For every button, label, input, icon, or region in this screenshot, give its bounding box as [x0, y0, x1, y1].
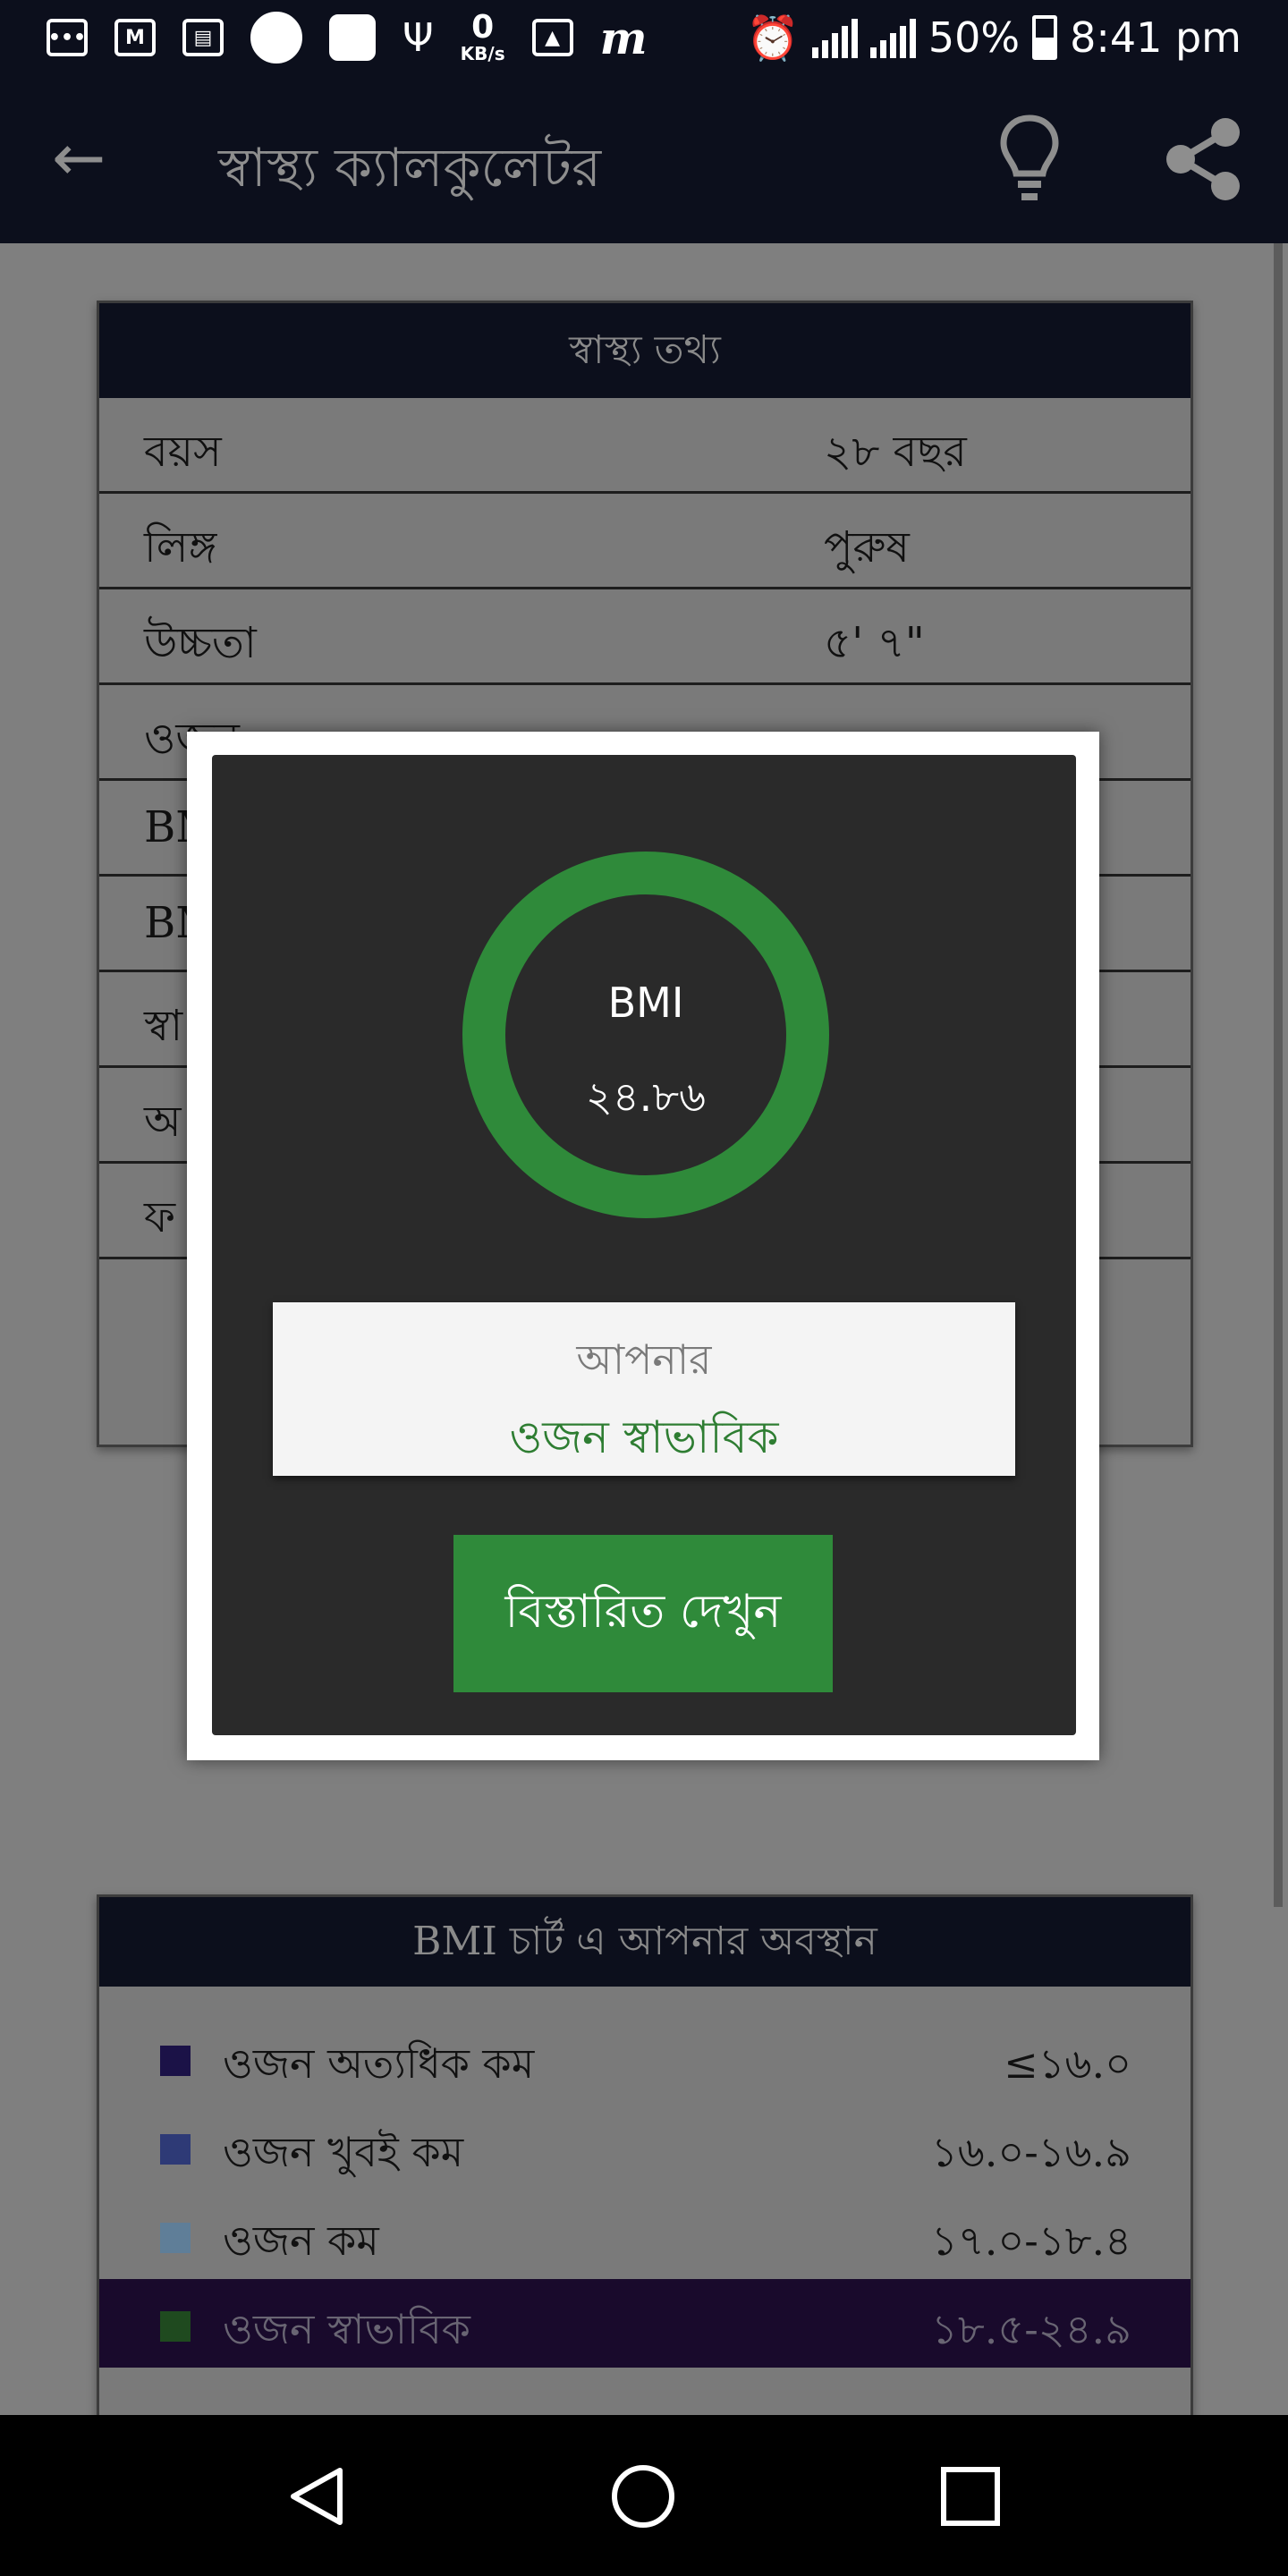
nav-recents-icon[interactable] [941, 2467, 1000, 2526]
bmi-chart-row: ওজন খুবই কম ১৬.০-১৬.৯ [99, 2102, 1191, 2190]
net-speed-value: 0 [471, 9, 495, 46]
lightbulb-icon[interactable] [1000, 114, 1059, 204]
info-label: লিঙ্গ [144, 522, 217, 572]
info-row-age: বয়স ২৮ বছর [99, 398, 1191, 494]
bmi-category-label: ওজন কম [223, 2216, 379, 2265]
net-speed: 0 KB/s [461, 12, 505, 64]
share-icon[interactable] [1163, 116, 1243, 202]
info-value: ৫' ৭" [824, 618, 925, 668]
bmi-range: ১৬.০-১৬.৯ [930, 2128, 1131, 2176]
result-line1: আপনার [576, 1335, 712, 1384]
bmi-range: ১৭.০-১৮.৪ [930, 2216, 1131, 2265]
info-value: পুরুষ [824, 522, 910, 572]
bmi-chart-title: BMI চার্ট এ আপনার অবস্থান [99, 1897, 1191, 1987]
status-bar: ••• M ▤ Ψ 0 KB/s ▲ m ⏰ 50% 8:41 pm [0, 0, 1288, 75]
news-icon: ▤ [182, 19, 224, 56]
color-swatch [160, 2223, 191, 2253]
bmi-category-label: ওজন অত্যধিক কম [223, 2039, 535, 2088]
system-icons: ⏰ 50% 8:41 pm [746, 9, 1241, 66]
color-swatch [160, 2046, 191, 2076]
dialog-body: BMI ২৪.৮৬ আপনার ওজন স্বাভাবিক বিস্তারিত … [212, 755, 1076, 1735]
scrollbar[interactable] [1274, 243, 1283, 1907]
color-swatch [160, 2311, 191, 2342]
color-swatch [160, 2134, 191, 2165]
info-row-height: উচ্চতা ৫' ৭" [99, 589, 1191, 685]
bmi-result-dialog: BMI ২৪.৮৬ আপনার ওজন স্বাভাবিক বিস্তারিত … [187, 732, 1099, 1760]
bmi-category-label: ওজন স্বাভাবিক [223, 2305, 470, 2353]
circle-icon [250, 12, 302, 64]
bmi-ring-label: BMI [607, 979, 684, 1027]
signal-3g-icon [869, 17, 916, 58]
image-icon: ▲ [531, 19, 573, 56]
page-title: স্বাস্থ্য ক্যালকুলেটর [218, 137, 602, 199]
health-info-title: স্বাস্থ্য তথ্য [99, 303, 1191, 398]
navigation-bar [0, 2415, 1288, 2576]
notification-icons: ••• M ▤ Ψ 0 KB/s ▲ m [47, 11, 648, 64]
info-label: উচ্চতা [144, 618, 257, 668]
info-value: ২৮ বছর [824, 427, 967, 477]
result-status: ওজন স্বাভাবিক [509, 1411, 779, 1463]
net-speed-unit: KB/s [460, 43, 505, 64]
bmi-ring-value: ২৪.৮৬ [585, 1072, 707, 1121]
battery-percent: 50% [928, 13, 1021, 62]
bmi-chart-row-active: ওজন স্বাভাবিক ১৮.৫-২৪.৯ [99, 2279, 1191, 2368]
bmi-range: ১৮.৫-২৪.৯ [931, 2305, 1131, 2353]
app-bar: ← স্বাস্থ্য ক্যালকুলেটর [0, 75, 1288, 243]
nav-home-icon[interactable] [612, 2465, 674, 2528]
result-box: আপনার ওজন স্বাভাবিক [273, 1302, 1015, 1476]
info-label: অ [144, 1097, 182, 1147]
bmi-chart-row: ওজন কম ১৭.০-১৮.৪ [99, 2190, 1191, 2279]
message-icon: ••• [47, 19, 88, 56]
alarm-icon: ⏰ [746, 13, 800, 64]
m-app-icon: m [599, 11, 648, 64]
info-label: ফ [144, 1192, 176, 1242]
battery-icon [1032, 15, 1058, 60]
gmail-icon: M [114, 19, 156, 56]
clock: 8:41 pm [1070, 13, 1241, 62]
arrow-back-icon[interactable]: ← [52, 125, 106, 190]
nav-back-icon[interactable] [286, 2465, 349, 2528]
info-label: স্বা [144, 1001, 183, 1051]
bmi-chart-list: ওজন অত্যধিক কম ≤১৬.০ ওজন খুবই কম ১৬.০-১৬… [99, 1987, 1191, 2368]
square-icon [329, 14, 376, 61]
bmi-category-label: ওজন খুবই কম [223, 2128, 464, 2176]
bmi-chart-row: ওজন অত্যধিক কম ≤১৬.০ [99, 2013, 1191, 2102]
usb-icon: Ψ [402, 14, 434, 61]
info-row-gender: লিঙ্গ পুরুষ [99, 494, 1191, 589]
signal-3g-icon [811, 17, 858, 58]
bmi-range: ≤১৬.০ [1004, 2039, 1131, 2088]
info-label: বয়স [144, 427, 222, 477]
view-details-button[interactable]: বিস্তারিত দেখুন [453, 1535, 833, 1692]
bmi-ring [462, 852, 829, 1218]
